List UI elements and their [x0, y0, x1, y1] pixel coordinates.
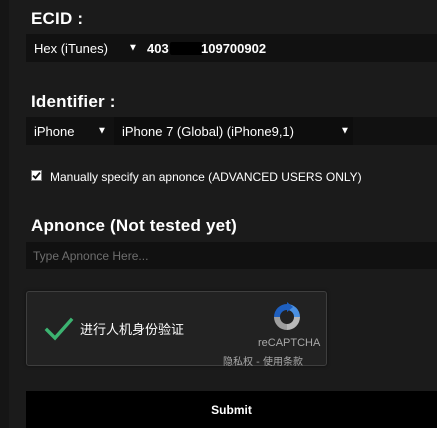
ecid-redaction	[170, 42, 203, 55]
device-model-value: iPhone 7 (Global) (iPhone9,1)	[122, 123, 294, 139]
apnonce-checkbox-label: Manually specify an apnonce (ADVANCED US…	[50, 170, 362, 184]
caret-down-icon: ▼	[128, 42, 138, 54]
ecid-value-field[interactable]: 403 109700902	[139, 34, 437, 62]
ecid-format-select[interactable]: Hex (iTunes) ▼	[26, 34, 140, 62]
device-type-value: iPhone	[34, 123, 75, 139]
caret-down-icon: ▼	[97, 125, 107, 137]
ecid-row: Hex (iTunes) ▼ 403 109700902	[26, 34, 437, 62]
identifier-heading: Identifier :	[31, 92, 116, 111]
apnonce-input[interactable]	[26, 242, 437, 269]
ecid-value-prefix: 403	[147, 41, 169, 56]
recaptcha-label: 进行人机身份验证	[80, 323, 185, 338]
recaptcha-brand: reCAPTCHA	[258, 337, 321, 349]
checkmark-icon	[32, 172, 41, 180]
device-model-select[interactable]: iPhone 7 (Global) (iPhone9,1) ▼	[114, 117, 353, 145]
ecid-value-suffix: 109700902	[201, 41, 267, 56]
recaptcha-privacy-terms-link[interactable]: 隐私权 - 使用条款	[223, 353, 303, 368]
left-divider	[0, 0, 9, 428]
device-type-select[interactable]: iPhone ▼	[26, 117, 112, 145]
ecid-heading: ECID :	[31, 9, 84, 28]
ecid-format-value: Hex (iTunes)	[34, 40, 108, 56]
recaptcha-logo-icon	[274, 302, 300, 330]
page: ECID : Hex (iTunes) ▼ 403 109700902 Iden…	[0, 0, 437, 428]
green-checkmark-icon[interactable]	[44, 314, 74, 344]
submit-button[interactable]: Submit	[26, 391, 437, 428]
apnonce-checkbox[interactable]	[31, 170, 42, 181]
caret-down-icon: ▼	[340, 125, 350, 137]
identifier-row: iPhone ▼ iPhone 7 (Global) (iPhone9,1) ▼	[26, 117, 437, 145]
apnonce-heading: Apnonce (Not tested yet)	[31, 216, 237, 235]
recaptcha-widget[interactable]: 进行人机身份验证 reCAPTCHA 隐私权 - 使用条款	[26, 291, 327, 368]
